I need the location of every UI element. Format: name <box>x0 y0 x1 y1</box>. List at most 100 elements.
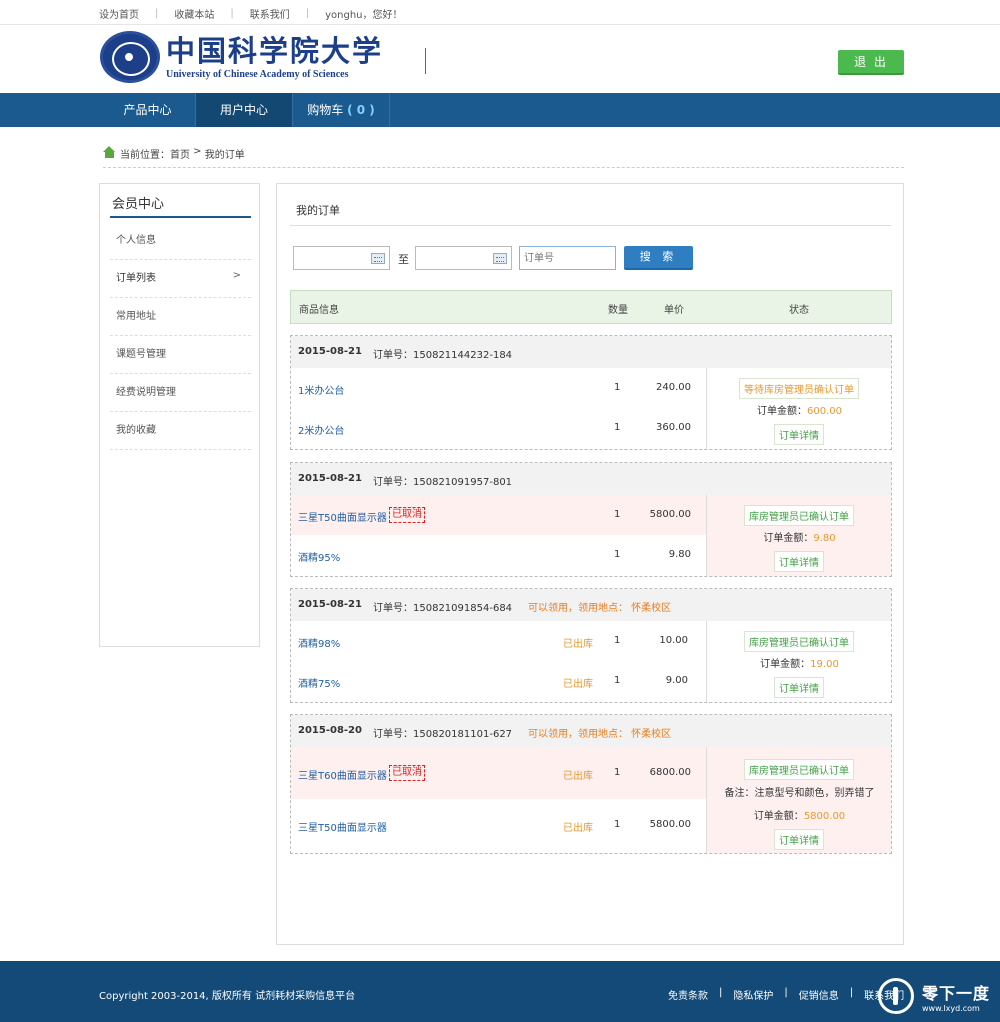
bookmark-link[interactable]: 收藏本站 <box>174 6 214 21</box>
col-price: 单价 <box>664 305 684 316</box>
outbound-status: 已出库 <box>563 823 593 834</box>
watermark-logo-icon <box>878 978 914 1014</box>
set-home-link[interactable]: 设为首页 <box>99 6 139 21</box>
product-link[interactable]: 酒精75% <box>298 675 340 690</box>
member-sidebar: 会员中心 个人信息 订单列表 > 常用地址 课题号管理 经费说明管理 我的收藏 <box>99 183 260 647</box>
logo-title: 中国科学院大学 <box>166 34 384 68</box>
breadcrumb-current: 我的订单 <box>204 150 245 161</box>
logo-subtitle: University of Chinese Academy of Science… <box>166 69 349 80</box>
tab-cart[interactable]: 购物车 ( 0 ) <box>293 93 390 127</box>
item-qty: 1 <box>614 675 621 686</box>
order-number-input[interactable] <box>519 246 616 270</box>
sidebar-item-profile[interactable]: 个人信息 <box>110 222 251 260</box>
order-number: 订单号：150821091957-801 <box>373 477 513 488</box>
search-button[interactable]: 搜 索 <box>624 246 693 270</box>
calendar-icon[interactable] <box>493 253 507 264</box>
sidebar-item-addresses[interactable]: 常用地址 <box>110 298 251 336</box>
order-status-cell: 库房管理员已确认订单 订单金额：9.80 订单详情 <box>706 495 891 576</box>
item-price: 5800.00 <box>649 509 691 520</box>
breadcrumb: 当前位置： 首页 > 我的订单 <box>103 146 904 168</box>
sidebar-item-funding[interactable]: 经费说明管理 <box>110 374 251 412</box>
item-price: 6800.00 <box>649 767 691 778</box>
home-icon <box>103 146 116 158</box>
col-status: 状态 <box>789 305 809 316</box>
header-divider <box>425 48 426 74</box>
item-price: 9.00 <box>665 675 688 686</box>
cancelled-badge: 已取消 <box>389 765 425 781</box>
item-qty: 1 <box>614 819 621 830</box>
item-price: 5800.00 <box>649 819 691 830</box>
order-header: 2015-08-20 订单号：150820181101-627 可以领用，领用地… <box>291 715 891 747</box>
status-badge: 库房管理员已确认订单 <box>744 759 854 780</box>
order-card: 2015-08-21 订单号：150821091957-801 三星T50曲面显… <box>290 462 892 577</box>
outbound-status: 已出库 <box>563 679 593 690</box>
footer-links: 免责条款 | 隐私保护 | 促销信息 | 联系我们 <box>668 987 905 1002</box>
orders-panel: 我的订单 至 搜 索 商品信息 数量 单价 状态 2015-08-21 订单号：… <box>276 183 904 945</box>
start-date-input[interactable] <box>293 246 390 270</box>
sidebar-item-projects[interactable]: 课题号管理 <box>110 336 251 374</box>
orders-table-header: 商品信息 数量 单价 状态 <box>290 290 892 324</box>
order-detail-button[interactable]: 订单详情 <box>774 829 824 850</box>
order-detail-button[interactable]: 订单详情 <box>774 424 824 445</box>
product-link[interactable]: 三星T50曲面显示器 <box>298 509 387 524</box>
pickup-info: 可以领用，领用地点： 怀柔校区 <box>528 603 672 614</box>
item-price: 360.00 <box>656 422 691 433</box>
item-price: 9.80 <box>668 549 691 560</box>
order-amount: 订单金额：9.80 <box>763 533 836 544</box>
order-note: 备注：注意型号和颜色，别弄错了 <box>724 788 875 799</box>
product-link[interactable]: 三星T60曲面显示器 <box>298 767 387 782</box>
site-logo[interactable]: 中国科学院大学 University of Chinese Academy of… <box>100 31 383 83</box>
sidebar-item-orders[interactable]: 订单列表 > <box>110 260 251 298</box>
order-header: 2015-08-21 订单号：150821144232-184 <box>291 336 891 368</box>
order-item-row: 三星T50曲面显示器 已取消 1 5800.00 <box>291 495 706 535</box>
order-header: 2015-08-21 订单号：150821091854-684 可以领用，领用地… <box>291 589 891 621</box>
col-product: 商品信息 <box>299 305 339 316</box>
sidebar-item-favorites[interactable]: 我的收藏 <box>110 412 251 450</box>
order-detail-button[interactable]: 订单详情 <box>774 551 824 572</box>
product-link[interactable]: 三星T50曲面显示器 <box>298 819 387 834</box>
order-amount: 订单金额：5800.00 <box>753 811 846 822</box>
product-link[interactable]: 2米办公台 <box>298 422 344 437</box>
watermark: 零下一度 www.lxyd.com <box>878 978 990 1014</box>
tab-user-center[interactable]: 用户中心 <box>196 93 293 127</box>
header: 中国科学院大学 University of Chinese Academy of… <box>0 25 1000 93</box>
order-item-row: 三星T50曲面显示器 已出库 1 5800.00 <box>291 799 706 853</box>
item-qty: 1 <box>614 422 621 433</box>
product-link[interactable]: 1米办公台 <box>298 382 344 397</box>
footer-link-disclaimer[interactable]: 免责条款 <box>668 987 708 1002</box>
ucas-emblem-icon <box>100 31 160 83</box>
cart-count: ( 0 ) <box>347 103 375 117</box>
order-status-cell: 库房管理员已确认订单 备注：注意型号和颜色，别弄错了 订单金额：5800.00 … <box>706 747 891 853</box>
product-link[interactable]: 酒精98% <box>298 635 340 650</box>
order-number: 订单号：150820181101-627 <box>373 729 513 740</box>
order-date: 2015-08-20 <box>298 725 362 736</box>
order-date: 2015-08-21 <box>298 599 362 610</box>
footer-link-privacy[interactable]: 隐私保护 <box>733 987 773 1002</box>
calendar-icon[interactable] <box>371 253 385 264</box>
user-greeting: yonghu，您好！ <box>325 10 403 21</box>
breadcrumb-home[interactable]: 首页 <box>170 146 190 161</box>
status-badge: 库房管理员已确认订单 <box>744 505 854 526</box>
order-items: 酒精98% 已出库 1 10.00 酒精75% 已出库 1 9.00 <box>291 621 706 702</box>
item-price: 10.00 <box>659 635 688 646</box>
top-bar: 设为首页 | 收藏本站 | 联系我们 | yonghu，您好！ <box>0 0 1000 25</box>
item-qty: 1 <box>614 509 621 520</box>
order-card: 2015-08-20 订单号：150820181101-627 可以领用，领用地… <box>290 714 892 854</box>
tab-products[interactable]: 产品中心 <box>100 93 196 127</box>
sidebar-title: 会员中心 <box>110 193 251 218</box>
end-date-input[interactable] <box>415 246 512 270</box>
cancelled-badge: 已取消 <box>389 507 425 523</box>
contact-link[interactable]: 联系我们 <box>250 6 290 21</box>
item-qty: 1 <box>614 382 621 393</box>
item-qty: 1 <box>614 767 621 778</box>
page-title: 我的订单 <box>290 202 891 226</box>
order-card: 2015-08-21 订单号：150821091854-684 可以领用，领用地… <box>290 588 892 703</box>
footer-link-promotions[interactable]: 促销信息 <box>799 987 839 1002</box>
date-range-separator: 至 <box>398 253 409 266</box>
product-link[interactable]: 酒精95% <box>298 549 340 564</box>
pickup-info: 可以领用，领用地点： 怀柔校区 <box>528 729 672 740</box>
logout-button[interactable]: 退 出 <box>838 50 904 75</box>
order-status-cell: 等待库房管理员确认订单 订单金额：600.00 订单详情 <box>706 368 891 449</box>
status-badge: 等待库房管理员确认订单 <box>739 378 859 399</box>
order-detail-button[interactable]: 订单详情 <box>774 677 824 698</box>
